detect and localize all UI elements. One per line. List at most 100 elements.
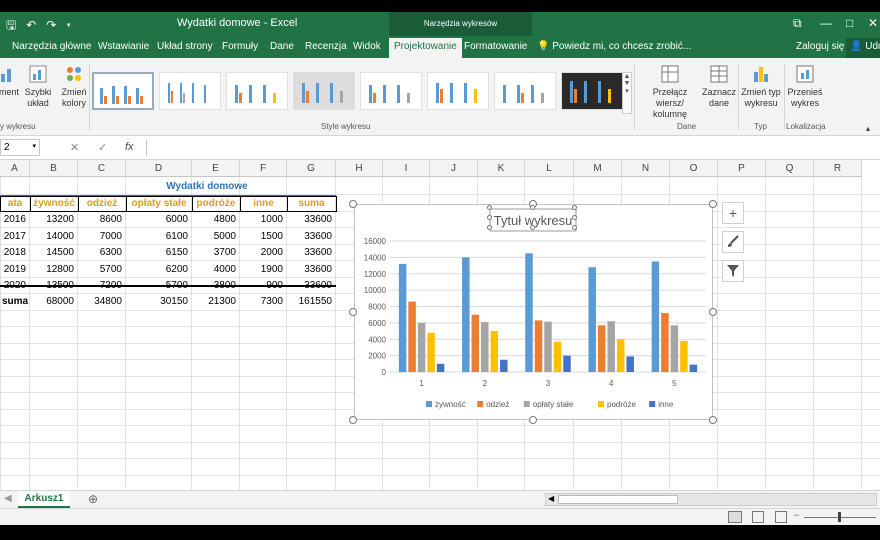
move-chart-button[interactable]: Przenieś wykres (786, 64, 824, 109)
chart-style-thumb[interactable] (293, 72, 355, 110)
add-chart-element-button[interactable]: ment (0, 64, 24, 98)
enter-icon[interactable]: ✓ (98, 141, 107, 154)
resize-handle[interactable] (709, 308, 717, 316)
tab-view[interactable]: Widok (353, 41, 381, 52)
table-cell[interactable]: 14500 (30, 245, 78, 261)
maximize-button[interactable]: □ (846, 16, 853, 30)
column-header[interactable]: H (336, 160, 383, 177)
table-cell[interactable]: 8600 (78, 212, 126, 228)
horizontal-scrollbar[interactable]: ◀ (545, 493, 877, 506)
chart-style-thumb[interactable] (159, 72, 221, 110)
table-cell[interactable]: 6100 (126, 229, 192, 245)
title-resize-handle[interactable] (530, 225, 535, 230)
worksheet-grid[interactable]: ABCDEFGHIJKLMNOPQR Wydatki domowe ata żyw… (0, 160, 880, 492)
normal-view-icon[interactable] (728, 511, 742, 523)
scroll-thumb[interactable] (558, 495, 678, 504)
add-sheet-button[interactable]: ⊕ (88, 492, 98, 506)
column-header[interactable]: M (574, 160, 622, 177)
column-header[interactable]: K (478, 160, 525, 177)
minimize-button[interactable]: — (820, 16, 832, 30)
table-cell[interactable]: 30150 (126, 294, 192, 310)
tab-format[interactable]: Formatowanie (464, 41, 527, 52)
title-resize-handle[interactable] (487, 225, 492, 230)
table-cell[interactable]: 161550 (287, 294, 336, 310)
table-title[interactable]: Wydatki domowe (78, 179, 336, 195)
table-cell[interactable]: suma (0, 294, 30, 310)
chart-area[interactable]: Tytuł wykresu020004000600080001000012000… (354, 204, 713, 420)
table-cell[interactable]: 6300 (78, 245, 126, 261)
sheet-tab-arkusz1[interactable]: Arkusz1 (18, 491, 70, 508)
column-header[interactable]: D (126, 160, 192, 177)
tell-me-search[interactable]: 💡 Powiedz mi, co chcesz zrobić... (537, 41, 691, 52)
table-cell[interactable]: 5700 (78, 262, 126, 278)
tab-insert[interactable]: Wstawianie (98, 41, 149, 52)
table-cell[interactable]: 7300 (240, 294, 287, 310)
tab-review[interactable]: Recenzja (305, 41, 347, 52)
column-header[interactable]: O (670, 160, 718, 177)
table-cell[interactable]: 4000 (192, 262, 240, 278)
table-cell[interactable]: 3700 (192, 245, 240, 261)
switch-row-column-button[interactable]: Przełącz wiersz/ kolumnę (638, 64, 702, 120)
table-cell[interactable]: 5000 (192, 229, 240, 245)
table-cell[interactable]: 7000 (78, 229, 126, 245)
column-header[interactable]: C (78, 160, 126, 177)
table-cell[interactable]: 1000 (240, 212, 287, 228)
zoom-out-icon[interactable]: − (794, 510, 799, 520)
table-cell[interactable]: 1900 (240, 262, 287, 278)
title-resize-handle[interactable] (487, 205, 492, 210)
column-header[interactable]: I (383, 160, 430, 177)
title-resize-handle[interactable] (572, 205, 577, 210)
table-cell[interactable]: 6150 (126, 245, 192, 261)
change-chart-type-button[interactable]: Zmień typ wykresu (740, 64, 782, 109)
save-icon[interactable]: 🖫 (6, 18, 26, 32)
column-header[interactable]: L (525, 160, 574, 177)
chart-filters-button[interactable] (722, 260, 744, 282)
chevron-down-icon[interactable]: ▼ (624, 80, 631, 87)
column-header[interactable]: B (30, 160, 78, 177)
chevron-down-icon[interactable]: ▾ (32, 142, 36, 150)
table-cell[interactable]: 6000 (126, 212, 192, 228)
column-header[interactable]: G (287, 160, 336, 177)
table-cell[interactable]: 2018 (0, 245, 30, 261)
chart-style-thumb[interactable] (92, 72, 154, 110)
title-resize-handle[interactable] (572, 225, 577, 230)
sign-in-link[interactable]: Zaloguj się (796, 41, 844, 52)
chart-style-thumb[interactable] (360, 72, 422, 110)
chart-style-thumb[interactable] (494, 72, 556, 110)
zoom-slider-thumb[interactable] (838, 512, 841, 522)
title-resize-handle[interactable] (572, 215, 577, 220)
table-cell[interactable]: 21300 (192, 294, 240, 310)
undo-icon[interactable]: ↶ (26, 18, 46, 32)
gallery-scroll[interactable]: ▲ ▼ ▾ (622, 72, 632, 114)
more-icon[interactable]: ▾ (625, 88, 629, 95)
table-cell[interactable]: 2000 (240, 245, 287, 261)
table-cell[interactable]: 34800 (78, 294, 126, 310)
table-cell[interactable]: 33600 (287, 212, 336, 228)
column-header[interactable]: A (0, 160, 30, 177)
table-cell[interactable]: 68000 (30, 294, 78, 310)
close-button[interactable]: ✕ (868, 16, 878, 30)
column-header[interactable]: J (430, 160, 478, 177)
formula-input[interactable] (146, 139, 880, 156)
resize-handle[interactable] (349, 308, 357, 316)
quick-layout-button[interactable]: Szybki układ (22, 64, 54, 109)
table-cell[interactable]: 2017 (0, 229, 30, 245)
table-cell[interactable]: 14000 (30, 229, 78, 245)
insert-function-icon[interactable]: fx (125, 141, 134, 153)
column-header[interactable]: Q (766, 160, 814, 177)
name-box[interactable]: 2 ▾ (0, 139, 40, 156)
tab-page-layout[interactable]: Układ strony (157, 41, 213, 52)
select-data-button[interactable]: Zaznacz dane (702, 64, 736, 109)
resize-handle[interactable] (349, 416, 357, 424)
sheet-nav-left-icon[interactable]: ◀ (4, 493, 12, 504)
column-header[interactable]: F (240, 160, 287, 177)
chart-style-thumb[interactable] (226, 72, 288, 110)
table-cell[interactable]: 1500 (240, 229, 287, 245)
page-layout-view-icon[interactable] (752, 511, 764, 523)
redo-icon[interactable]: ↷ (46, 18, 66, 32)
tab-data[interactable]: Dane (270, 41, 294, 52)
title-resize-handle[interactable] (530, 205, 535, 210)
chevron-up-icon[interactable]: ▲ (624, 73, 631, 80)
resize-handle[interactable] (709, 200, 717, 208)
resize-handle[interactable] (709, 416, 717, 424)
